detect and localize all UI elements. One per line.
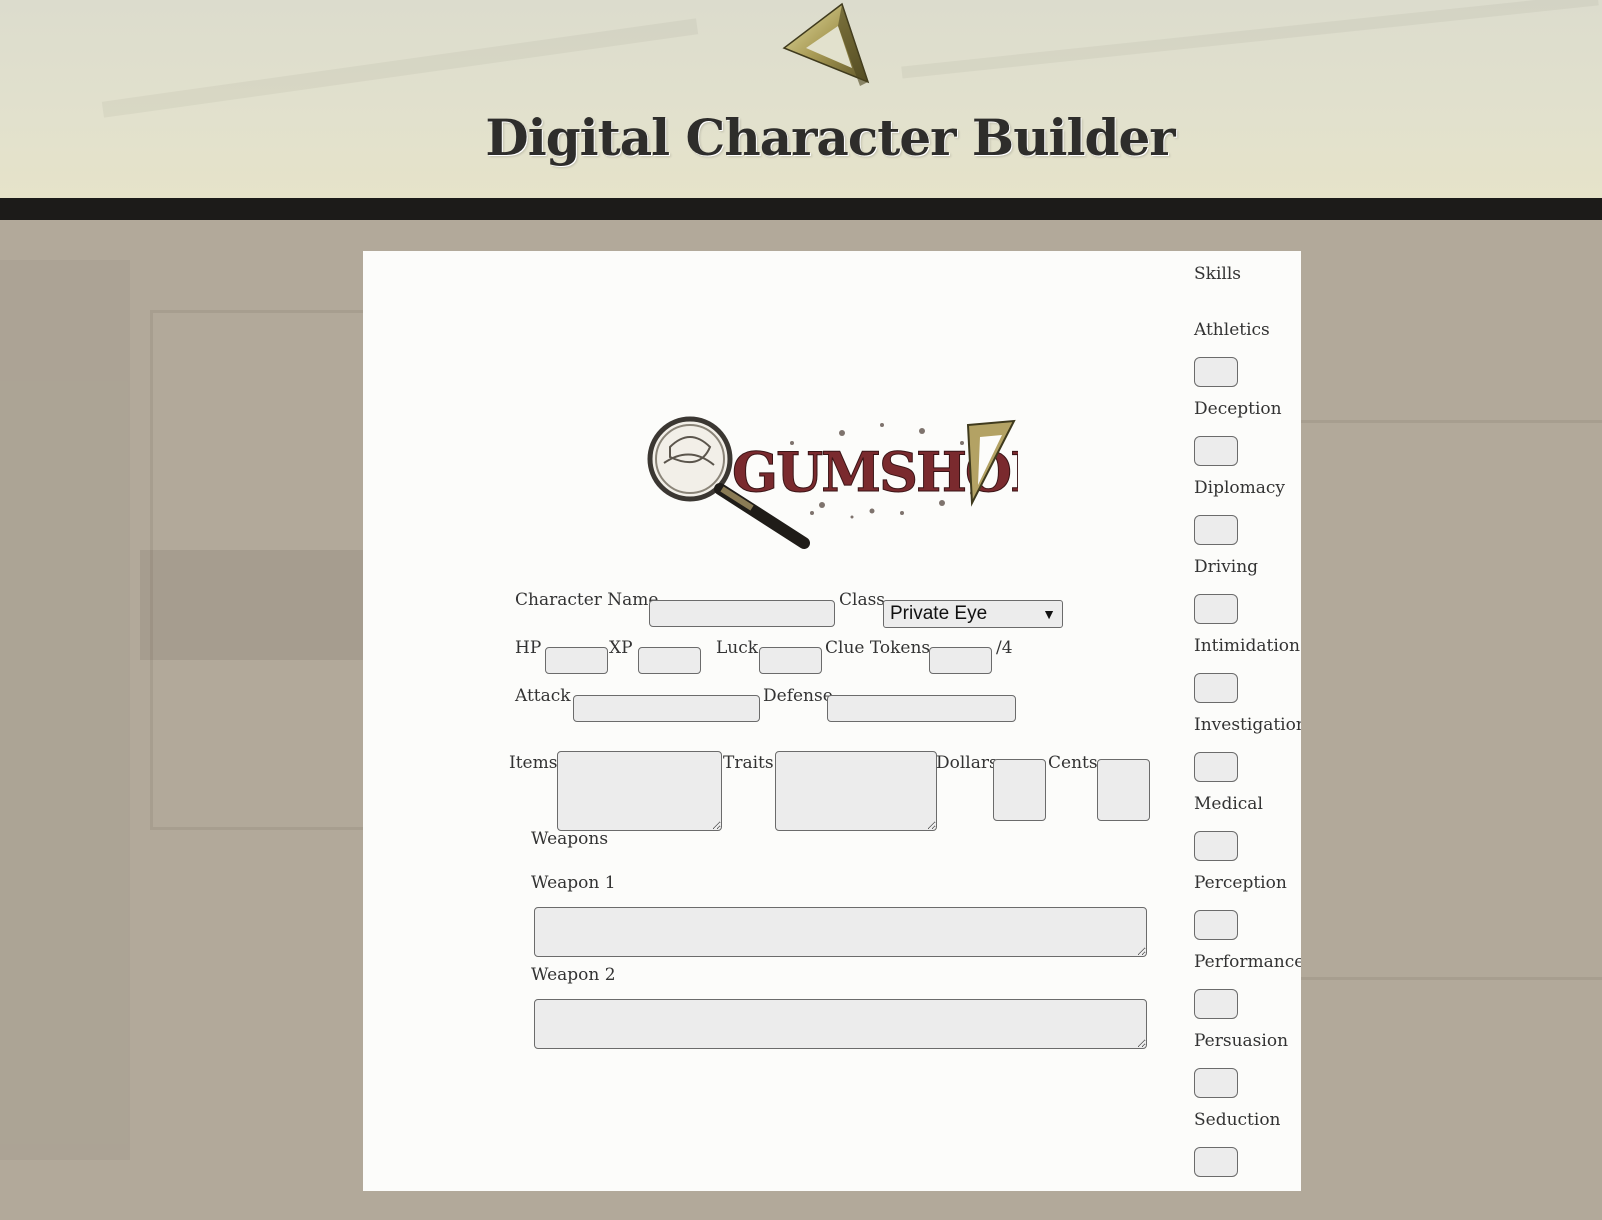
skill-medical-input[interactable]	[1194, 831, 1238, 861]
xp-input[interactable]	[638, 647, 701, 674]
defense-label: Defense	[763, 686, 833, 706]
skill-driving-label: Driving	[1194, 557, 1259, 577]
attack-label: Attack	[515, 686, 571, 706]
skill-athletics-input[interactable]	[1194, 357, 1238, 387]
character-sheet-card: GUMSHOE Character Name Class Private Eye…	[363, 251, 1301, 1191]
attack-input[interactable]	[573, 695, 760, 722]
skill-persuasion-label: Persuasion	[1194, 1031, 1289, 1051]
defense-input[interactable]	[827, 695, 1016, 722]
hp-input[interactable]	[545, 647, 608, 674]
skill-deception-input[interactable]	[1194, 436, 1238, 466]
skill-persuasion-input[interactable]	[1194, 1068, 1238, 1098]
header-divider	[0, 198, 1602, 220]
traits-textarea[interactable]	[775, 751, 937, 831]
hp-label: HP	[515, 638, 542, 658]
newspaper-edge	[0, 260, 130, 1160]
skill-seduction-label: Seduction	[1194, 1110, 1281, 1130]
clue-tokens-input[interactable]	[929, 647, 992, 674]
skill-investigation-label: Investigation	[1194, 715, 1301, 735]
dollars-label: Dollars	[936, 753, 998, 773]
skill-athletics-label: Athletics	[1194, 320, 1270, 340]
newspaper-banner	[140, 550, 370, 660]
newspaper-column	[1290, 420, 1602, 980]
class-label: Class	[839, 590, 886, 610]
skill-investigation-input[interactable]	[1194, 752, 1238, 782]
gumshoe-logo: GUMSHOE	[647, 416, 1018, 549]
skill-performance-input[interactable]	[1194, 989, 1238, 1019]
cents-label: Cents	[1048, 753, 1098, 773]
skill-driving-input[interactable]	[1194, 594, 1238, 624]
character-name-input[interactable]	[649, 600, 835, 627]
skill-intimidation-input[interactable]	[1194, 673, 1238, 703]
skills-column: Skills Athletics Deception Diplomacy Dri…	[1194, 251, 1301, 1191]
skill-deception-label: Deception	[1194, 399, 1282, 419]
dollars-input[interactable]	[993, 759, 1046, 821]
skills-title: Skills	[1194, 264, 1241, 284]
weapon1-label: Weapon 1	[531, 873, 616, 893]
weapon1-textarea[interactable]	[534, 907, 1147, 957]
skill-intimidation-label: Intimidation	[1194, 636, 1300, 656]
traits-label: Traits	[723, 753, 774, 773]
weapon2-label: Weapon 2	[531, 965, 616, 985]
skill-performance-label: Performance	[1194, 952, 1301, 972]
luck-input[interactable]	[759, 647, 822, 674]
cents-input[interactable]	[1097, 759, 1150, 821]
class-select-value: Private Eye	[890, 603, 988, 624]
chevron-down-icon: ▼	[1042, 606, 1056, 622]
luck-label: Luck	[716, 638, 759, 658]
items-textarea[interactable]	[557, 751, 722, 831]
skill-diplomacy-label: Diplomacy	[1194, 478, 1286, 498]
skill-medical-label: Medical	[1194, 794, 1263, 814]
page-title: Digital Character Builder	[485, 108, 1175, 167]
skill-seduction-input[interactable]	[1194, 1147, 1238, 1177]
site-header: Digital Character Builder	[0, 0, 1602, 200]
triangle-logo-icon	[782, 2, 870, 86]
xp-label: XP	[609, 638, 633, 658]
header-decoration	[901, 0, 1599, 79]
clue-tokens-max: /4	[996, 638, 1013, 658]
class-select[interactable]: Private Eye ▼	[883, 600, 1063, 628]
items-label: Items	[509, 753, 558, 773]
skill-diplomacy-input[interactable]	[1194, 515, 1238, 545]
character-name-label: Character Name	[515, 590, 659, 610]
clue-tokens-label: Clue Tokens	[825, 638, 931, 658]
skill-perception-label: Perception	[1194, 873, 1287, 893]
skill-perception-input[interactable]	[1194, 910, 1238, 940]
weapons-section-label: Weapons	[531, 829, 609, 849]
weapon2-textarea[interactable]	[534, 999, 1147, 1049]
header-decoration	[101, 18, 699, 118]
